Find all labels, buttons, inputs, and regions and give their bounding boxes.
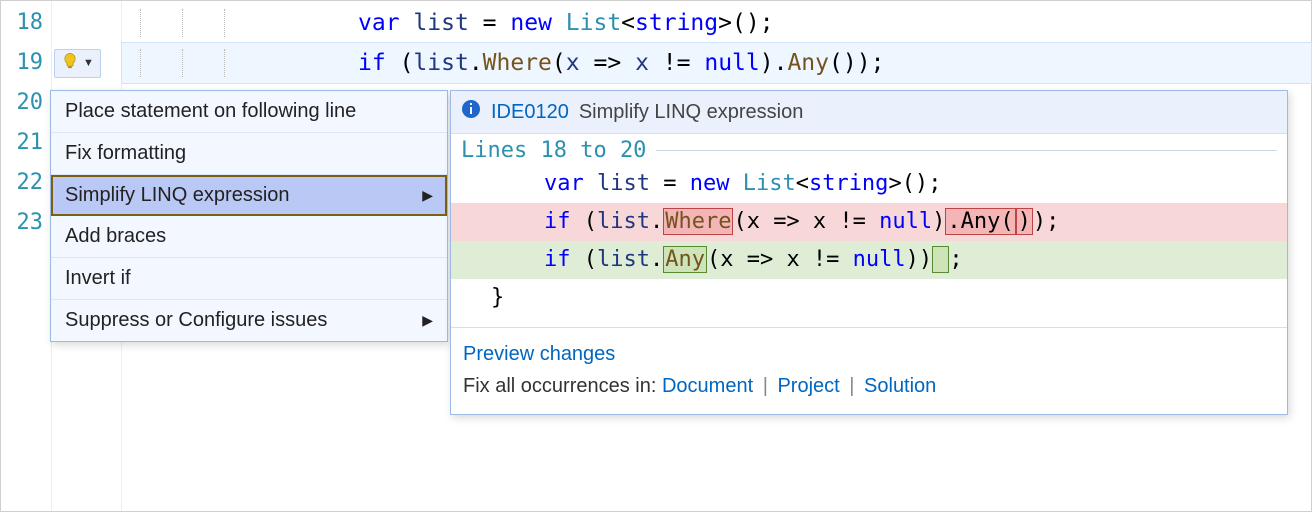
quick-actions-menu: Place statement on following line Fix fo…	[50, 90, 448, 342]
separator: |	[763, 375, 768, 397]
info-icon	[461, 99, 481, 125]
diff-context-line: var list = new List<string>();	[451, 165, 1287, 203]
fix-all-project-link[interactable]: Project	[777, 375, 839, 397]
qa-item-fix-formatting[interactable]: Fix formatting	[51, 133, 447, 175]
diagnostic-title: Simplify LINQ expression	[579, 101, 804, 124]
diagnostic-id: IDE0120	[491, 101, 569, 124]
qa-item-label: Simplify LINQ expression	[65, 184, 290, 207]
qa-item-place-statement[interactable]: Place statement on following line	[51, 91, 447, 133]
qa-item-suppress-configure[interactable]: Suppress or Configure issues ▶	[51, 300, 447, 341]
qa-item-label: Invert if	[65, 267, 131, 290]
fix-all-document-link[interactable]: Document	[662, 375, 753, 397]
qa-item-add-braces[interactable]: Add braces	[51, 216, 447, 258]
line-number: 19	[1, 43, 43, 83]
separator: |	[849, 375, 854, 397]
diff-caption: Lines 18 to 20	[451, 138, 1287, 165]
preview-header: IDE0120 Simplify LINQ expression	[451, 91, 1287, 134]
line-number: 22	[1, 163, 43, 203]
diff-added-line: if (list.Any(x => x != null)) ;	[451, 241, 1287, 279]
line-number: 21	[1, 123, 43, 163]
line-number-gutter: 18 19 20 21 22 23	[1, 1, 51, 511]
qa-item-label: Suppress or Configure issues	[65, 309, 327, 332]
fix-all-label: Fix all occurrences in:	[463, 375, 662, 397]
line-number: 23	[1, 203, 43, 243]
qa-item-simplify-linq[interactable]: Simplify LINQ expression ▶	[51, 175, 447, 216]
lightbulb-icon	[61, 52, 79, 75]
diff-removed-line: if (list.Where(x => x != null).Any());	[451, 203, 1287, 241]
qa-item-label: Add braces	[65, 225, 166, 248]
quick-actions-lightbulb[interactable]: ▼	[54, 49, 101, 78]
diff-context-line: }	[451, 279, 1287, 317]
code-line-19[interactable]: if (list.Where(x => x != null).Any());	[122, 43, 1311, 83]
qa-item-label: Fix formatting	[65, 142, 186, 165]
quick-action-preview-panel: IDE0120 Simplify LINQ expression Lines 1…	[450, 90, 1288, 415]
chevron-right-icon: ▶	[422, 312, 433, 329]
chevron-down-icon: ▼	[83, 57, 94, 69]
preview-footer: Preview changes Fix all occurrences in: …	[451, 328, 1287, 414]
diff-view: Lines 18 to 20 var list = new List<strin…	[451, 134, 1287, 328]
fix-all-solution-link[interactable]: Solution	[864, 375, 936, 397]
line-number: 20	[1, 83, 43, 123]
qa-item-label: Place statement on following line	[65, 100, 356, 123]
divider	[656, 150, 1277, 151]
chevron-right-icon: ▶	[422, 187, 433, 204]
code-line-18[interactable]: var list = new List<string>();	[122, 3, 1311, 43]
line-number: 18	[1, 3, 43, 43]
qa-item-invert-if[interactable]: Invert if	[51, 258, 447, 300]
preview-changes-link[interactable]: Preview changes	[463, 343, 615, 365]
